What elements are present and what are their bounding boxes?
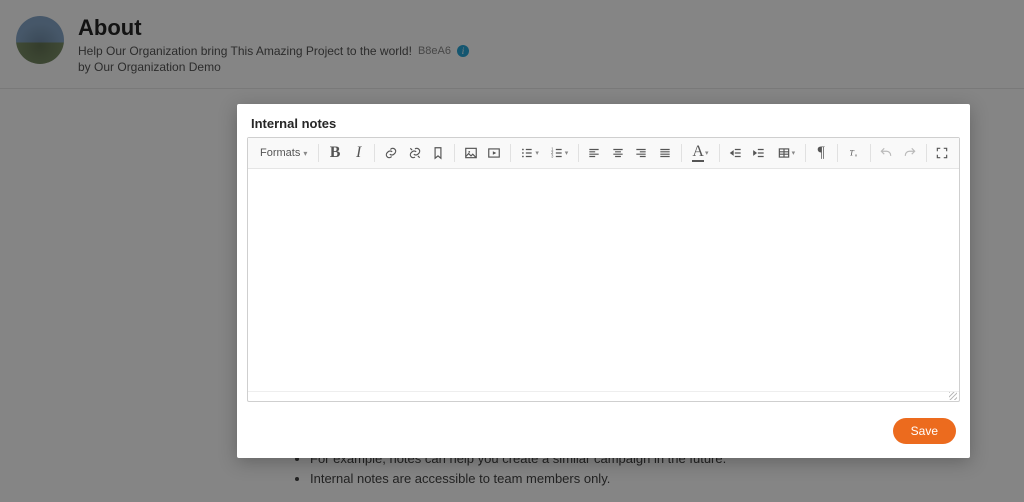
internal-notes-modal: Internal notes Formats ▾ B I xyxy=(237,104,970,458)
table-button[interactable]: ▾ xyxy=(772,142,799,164)
resize-grip-icon xyxy=(949,392,957,400)
toolbar-separator xyxy=(578,144,579,162)
chevron-down-icon: ▾ xyxy=(565,149,569,157)
toolbar-separator xyxy=(926,144,927,162)
table-icon xyxy=(777,146,791,160)
chevron-down-icon: ▾ xyxy=(303,149,307,158)
image-button[interactable] xyxy=(460,142,482,164)
resize-handle[interactable] xyxy=(248,391,959,401)
unlink-button[interactable] xyxy=(404,142,426,164)
align-left-icon xyxy=(587,146,601,160)
toolbar-separator xyxy=(510,144,511,162)
image-icon xyxy=(464,146,478,160)
text-color-icon: A xyxy=(692,144,704,162)
align-right-button[interactable] xyxy=(631,142,653,164)
toolbar-separator xyxy=(837,144,838,162)
italic-button[interactable]: I xyxy=(348,142,370,164)
align-justify-button[interactable] xyxy=(654,142,676,164)
align-center-icon xyxy=(611,146,625,160)
formats-label: Formats xyxy=(260,147,300,159)
outdent-icon xyxy=(729,146,743,160)
bullet-list-icon xyxy=(520,146,534,160)
rich-text-editor: Formats ▾ B I xyxy=(247,137,960,402)
media-button[interactable] xyxy=(483,142,505,164)
chevron-down-icon: ▾ xyxy=(792,149,796,157)
anchor-button[interactable] xyxy=(427,142,449,164)
link-icon xyxy=(384,146,398,160)
toolbar-separator xyxy=(681,144,682,162)
svg-text:×: × xyxy=(854,153,857,158)
unlink-icon xyxy=(408,146,422,160)
svg-text:3: 3 xyxy=(551,154,554,159)
redo-button[interactable] xyxy=(899,142,921,164)
chevron-down-icon: ▾ xyxy=(535,149,539,157)
text-color-button[interactable]: A ▾ xyxy=(687,142,714,164)
toolbar-separator xyxy=(454,144,455,162)
toolbar-separator xyxy=(374,144,375,162)
clear-format-icon: T× xyxy=(847,146,861,160)
align-right-icon xyxy=(634,146,648,160)
numbered-list-icon: 123 xyxy=(550,146,564,160)
undo-button[interactable] xyxy=(876,142,898,164)
fullscreen-icon xyxy=(935,146,949,160)
bookmark-icon xyxy=(431,146,445,160)
undo-icon xyxy=(879,146,893,160)
numbered-list-button[interactable]: 123 ▾ xyxy=(545,142,572,164)
formats-dropdown[interactable]: Formats ▾ xyxy=(254,145,313,161)
chevron-down-icon: ▾ xyxy=(705,149,709,157)
editor-textarea[interactable] xyxy=(248,169,959,391)
toolbar-separator xyxy=(805,144,806,162)
link-button[interactable] xyxy=(380,142,402,164)
fullscreen-button[interactable] xyxy=(932,142,954,164)
indent-icon xyxy=(752,146,766,160)
bullet-list-button[interactable]: ▾ xyxy=(516,142,543,164)
toolbar-separator xyxy=(719,144,720,162)
bold-button[interactable]: B xyxy=(324,142,346,164)
align-left-button[interactable] xyxy=(584,142,606,164)
modal-footer: Save xyxy=(237,402,970,444)
media-icon xyxy=(487,146,501,160)
toolbar-separator xyxy=(870,144,871,162)
toolbar-separator xyxy=(318,144,319,162)
editor-toolbar: Formats ▾ B I xyxy=(248,138,959,169)
paragraph-button[interactable]: ¶ xyxy=(811,142,833,164)
redo-icon xyxy=(903,146,917,160)
outdent-button[interactable] xyxy=(725,142,747,164)
clear-formatting-button[interactable]: T× xyxy=(843,142,865,164)
modal-title: Internal notes xyxy=(237,104,970,137)
indent-button[interactable] xyxy=(749,142,771,164)
align-center-button[interactable] xyxy=(607,142,629,164)
align-justify-icon xyxy=(658,146,672,160)
save-button[interactable]: Save xyxy=(893,418,956,444)
